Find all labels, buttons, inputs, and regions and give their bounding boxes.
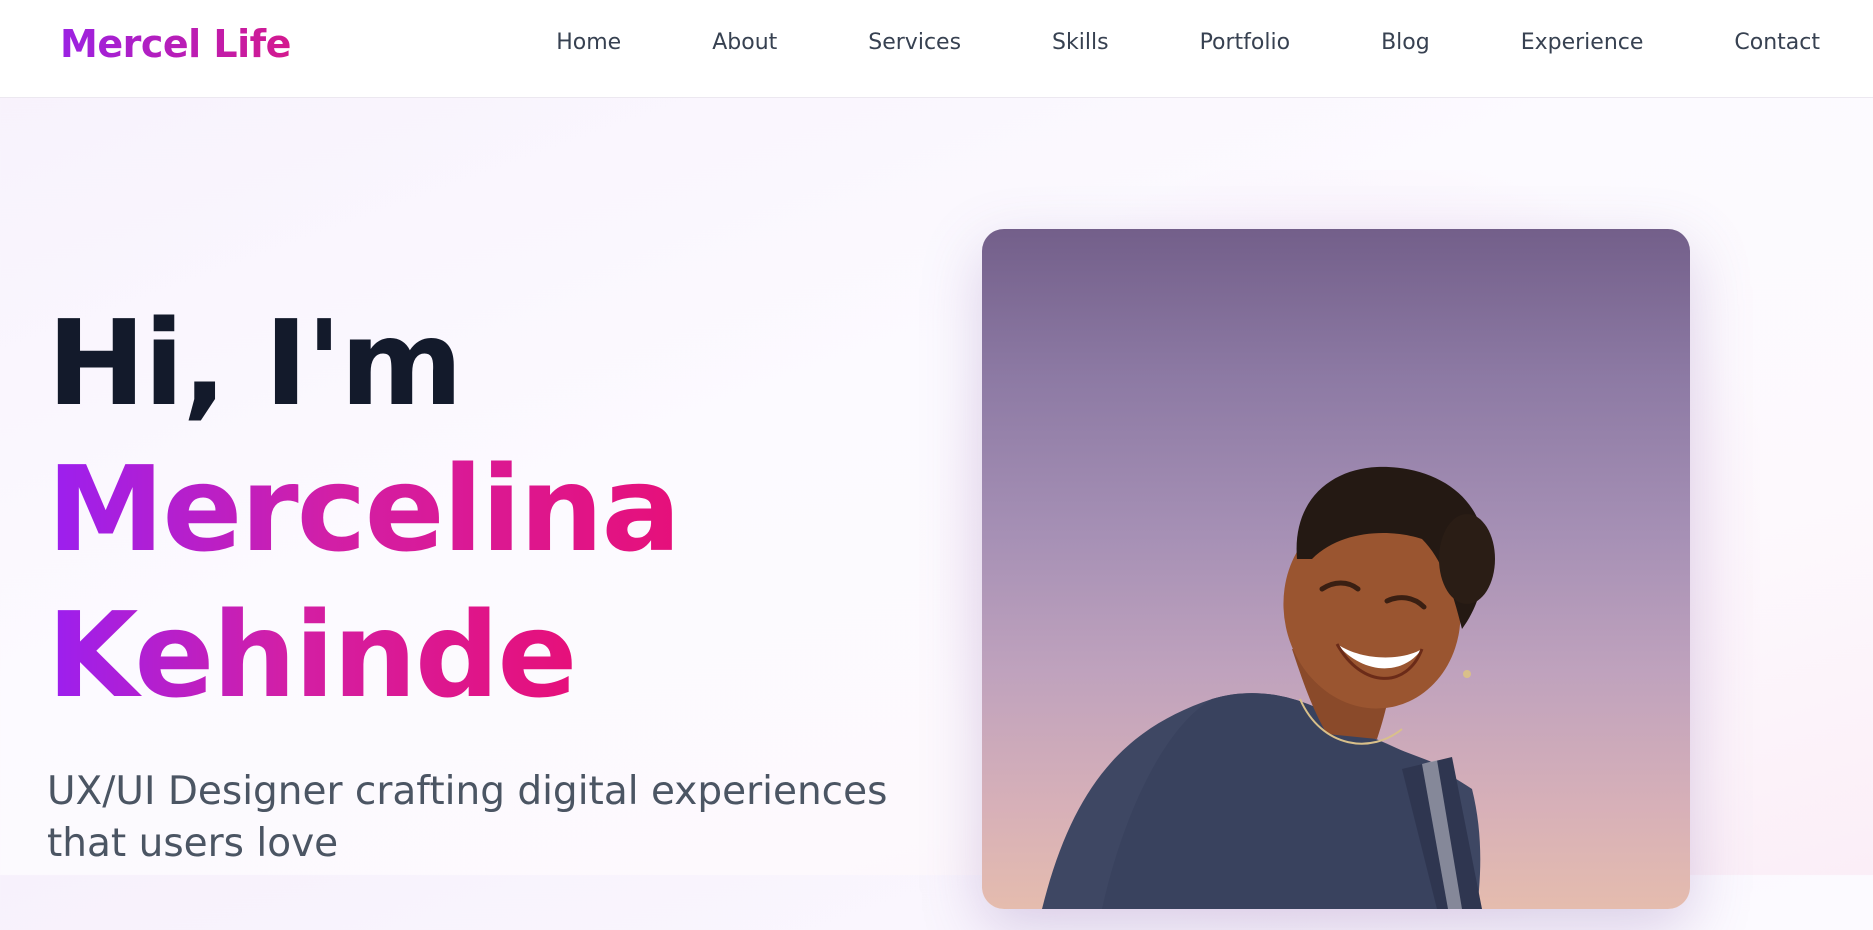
nav-link-about[interactable]: About bbox=[712, 30, 777, 55]
hero-first-name: Mercelina bbox=[47, 436, 681, 582]
nav-link-contact[interactable]: Contact bbox=[1734, 30, 1820, 55]
nav-link-home[interactable]: Home bbox=[556, 30, 621, 55]
hero-tagline: UX/UI Designer crafting digital experien… bbox=[47, 769, 888, 866]
nav-link-blog[interactable]: Blog bbox=[1381, 30, 1430, 55]
hero-last-name: Kehinde bbox=[47, 582, 577, 728]
nav-link-experience[interactable]: Experience bbox=[1521, 30, 1644, 55]
profile-photo-illustration bbox=[1042, 466, 1495, 909]
profile-photo bbox=[982, 229, 1690, 909]
nav-link-services[interactable]: Services bbox=[868, 30, 961, 55]
hero-section: Hi, I'm Mercelina Kehinde UX/UI Designer… bbox=[47, 290, 927, 909]
site-logo[interactable]: Mercel Life bbox=[60, 22, 291, 66]
hero-greeting: Hi, I'm bbox=[47, 294, 463, 432]
main-nav: Home About Services Skills Portfolio Blo… bbox=[556, 30, 1820, 55]
nav-link-skills[interactable]: Skills bbox=[1052, 30, 1109, 55]
top-navbar: Mercel Life Home About Services Skills P… bbox=[0, 0, 1873, 98]
nav-link-portfolio[interactable]: Portfolio bbox=[1200, 30, 1291, 55]
